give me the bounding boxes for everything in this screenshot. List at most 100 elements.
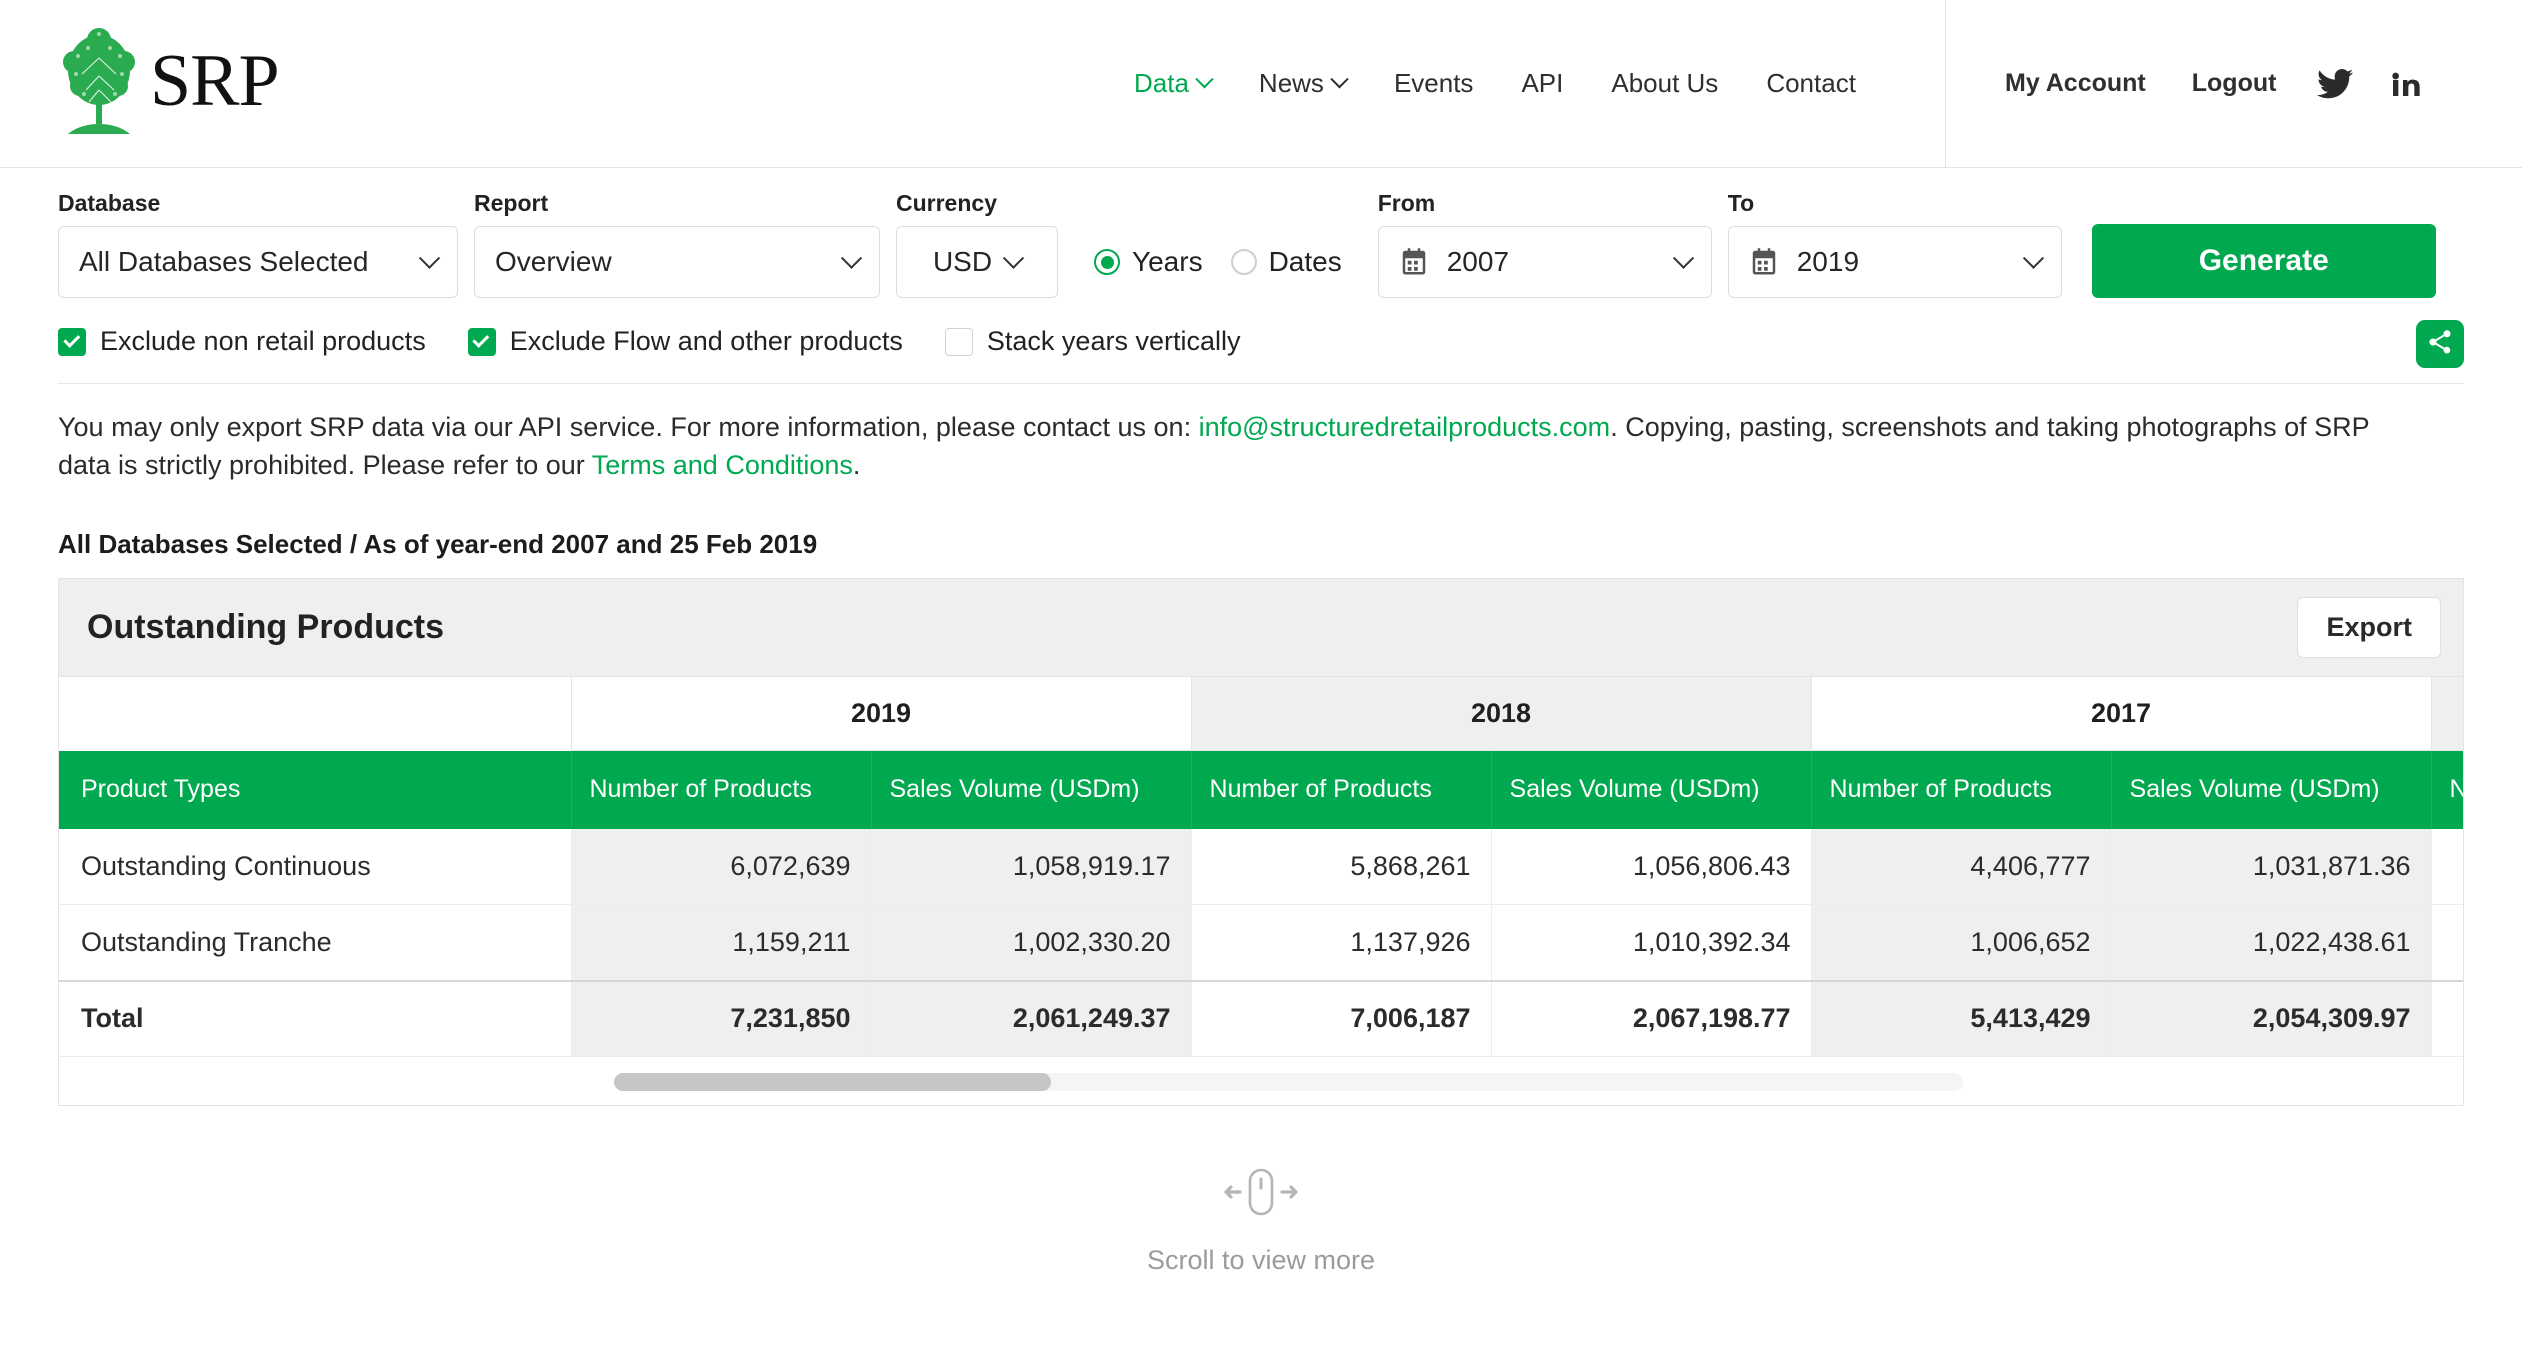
row-label: Outstanding Continuous: [59, 828, 572, 906]
database-value: All Databases Selected: [79, 246, 369, 277]
cell-value: 1,010,392.34: [1491, 904, 1812, 982]
cell-value: 5,868,261: [1191, 828, 1492, 906]
checkbox-icon: [944, 327, 973, 356]
cell-value: 1,056,806.43: [1491, 828, 1812, 906]
from-value: 2007: [1446, 246, 1510, 277]
header-divider: [1945, 0, 1946, 168]
column-header-number-of-products-2018[interactable]: Number of Products: [1191, 750, 1492, 829]
cell-value: [2431, 904, 2463, 982]
chevron-down-icon: [2022, 247, 2044, 269]
twitter-icon[interactable]: [2299, 68, 2371, 100]
cell-value: [2431, 979, 2463, 1058]
checkbox-label: Exclude Flow and other products: [509, 326, 903, 356]
scroll-hint: Scroll to view more: [0, 1166, 2522, 1276]
from-label: From: [1377, 190, 1436, 216]
cell-value: 7,231,850: [571, 979, 872, 1058]
column-header-number-of-products-2017[interactable]: Number of Products: [1811, 750, 2112, 829]
nav-item-news[interactable]: News: [1235, 68, 1370, 99]
results-table: 2019 2018 2017 Product Types Number of P…: [59, 676, 2463, 1058]
nav-item-label: API: [1521, 68, 1564, 98]
my-account-link[interactable]: My Account: [1982, 69, 2169, 98]
terms-and-conditions-link[interactable]: Terms and Conditions: [592, 450, 853, 480]
column-header-sales-volume-2019[interactable]: Sales Volume (USDm): [871, 750, 1192, 829]
table-year-header-row: 2019 2018 2017: [59, 676, 2463, 752]
radio-dot-icon: [1230, 249, 1257, 275]
cell-value: 1,058,919.17: [871, 828, 1192, 906]
cell-value: 5,413,429: [1811, 979, 2112, 1058]
report-label: Report: [474, 190, 549, 216]
filter-separator: [58, 383, 2464, 384]
table-scrollbar-area: [58, 1057, 2464, 1107]
checkbox-icon: [467, 327, 496, 356]
year-header-partial: [2431, 676, 2463, 752]
radio-dates[interactable]: Dates: [1230, 246, 1342, 278]
currency-label: Currency: [896, 190, 997, 216]
cell-value: 1,159,211: [571, 904, 872, 982]
year-header-2017: 2017: [1811, 676, 2432, 752]
checkbox-stack-years[interactable]: Stack years vertically: [944, 326, 1241, 357]
radio-years-label: Years: [1132, 246, 1203, 277]
disclaimer-text: You may only export SRP data via our API…: [0, 384, 2470, 485]
support-email-link[interactable]: info@structuredretailproducts.com: [1199, 412, 1611, 442]
row-label: Total: [59, 979, 572, 1058]
radio-dates-label: Dates: [1268, 246, 1342, 277]
chevron-down-icon: [1330, 70, 1349, 89]
nav-item-label: Events: [1393, 68, 1474, 98]
table-row: Outstanding Continuous 6,072,639 1,058,9…: [59, 828, 2463, 906]
to-select[interactable]: 2019: [1727, 226, 2062, 298]
column-header-number-of-products-2019[interactable]: Number of Products: [571, 750, 872, 829]
nav-item-api[interactable]: API: [1497, 68, 1587, 99]
logout-link[interactable]: Logout: [2169, 69, 2300, 98]
radio-years[interactable]: Years: [1094, 246, 1203, 278]
table-row: Outstanding Tranche 1,159,211 1,002,330.…: [59, 904, 2463, 982]
currency-select[interactable]: USD: [896, 226, 1058, 298]
to-label: To: [1727, 190, 1755, 216]
checkbox-exclude-flow[interactable]: Exclude Flow and other products: [467, 326, 903, 357]
column-header-sales-volume-2018[interactable]: Sales Volume (USDm): [1491, 750, 1812, 829]
panel-title: Outstanding Products: [87, 607, 444, 646]
from-select[interactable]: 2007: [1377, 226, 1712, 298]
nav-item-contact[interactable]: Contact: [1742, 68, 1880, 99]
generate-button[interactable]: Generate: [2091, 224, 2436, 298]
export-button[interactable]: Export: [2297, 596, 2441, 658]
table-total-row: Total 7,231,850 2,061,249.37 7,006,187 2…: [59, 979, 2463, 1058]
filter-bar: Database All Databases Selected Report O…: [0, 168, 2522, 384]
calendar-icon: [1399, 247, 1429, 277]
cell-value: 2,067,198.77: [1491, 979, 1812, 1058]
column-header-product-types[interactable]: Product Types: [59, 750, 572, 829]
nav-item-label: Data: [1134, 68, 1189, 98]
to-value: 2019: [1796, 246, 1860, 277]
table-column-header-row: Product Types Number of Products Sales V…: [59, 750, 2463, 829]
horizontal-scrollbar-thumb[interactable]: [614, 1073, 1051, 1092]
horizontal-scrollbar-track[interactable]: [614, 1073, 1963, 1092]
calendar-icon: [1749, 247, 1779, 277]
checkbox-exclude-non-retail[interactable]: Exclude non retail products: [58, 326, 426, 357]
report-value: Overview: [495, 246, 612, 277]
site-header: SRP Data News Events API About Us Contac…: [0, 0, 2522, 168]
report-select[interactable]: Overview: [474, 226, 880, 298]
share-button[interactable]: [2416, 320, 2464, 368]
results-table-scroll-viewport[interactable]: 2019 2018 2017 Product Types Number of P…: [59, 676, 2463, 1058]
to-field: To 2019: [1727, 190, 2062, 298]
filter-fields: Database All Databases Selected Report O…: [58, 190, 2464, 298]
brand-logo[interactable]: SRP: [58, 27, 280, 140]
share-icon: [2426, 328, 2454, 361]
row-label: Outstanding Tranche: [59, 904, 572, 982]
column-header-sales-volume-2017[interactable]: Sales Volume (USDm): [2111, 750, 2432, 829]
nav-item-data[interactable]: Data: [1110, 68, 1235, 99]
results-panel-header: Outstanding Products Export: [59, 578, 2463, 677]
year-header-2018: 2018: [1191, 676, 1812, 752]
cell-value: 1,006,652: [1811, 904, 2112, 982]
database-select[interactable]: All Databases Selected: [58, 226, 458, 298]
column-header-number-of-products-partial[interactable]: Number of Products: [2431, 750, 2463, 829]
cell-value: 1,137,926: [1191, 904, 1492, 982]
nav-item-label: About Us: [1611, 68, 1719, 98]
linkedin-icon[interactable]: [2371, 68, 2439, 100]
chevron-down-icon: [840, 247, 863, 269]
nav-item-about-us[interactable]: About Us: [1587, 68, 1742, 99]
checkbox-label: Stack years vertically: [986, 326, 1241, 356]
disclaimer-part3: .: [852, 450, 861, 481]
cell-value: 4,406,777: [1811, 828, 2112, 906]
nav-item-events[interactable]: Events: [1370, 68, 1498, 99]
mouse-scroll-icon: [1216, 1166, 1306, 1225]
